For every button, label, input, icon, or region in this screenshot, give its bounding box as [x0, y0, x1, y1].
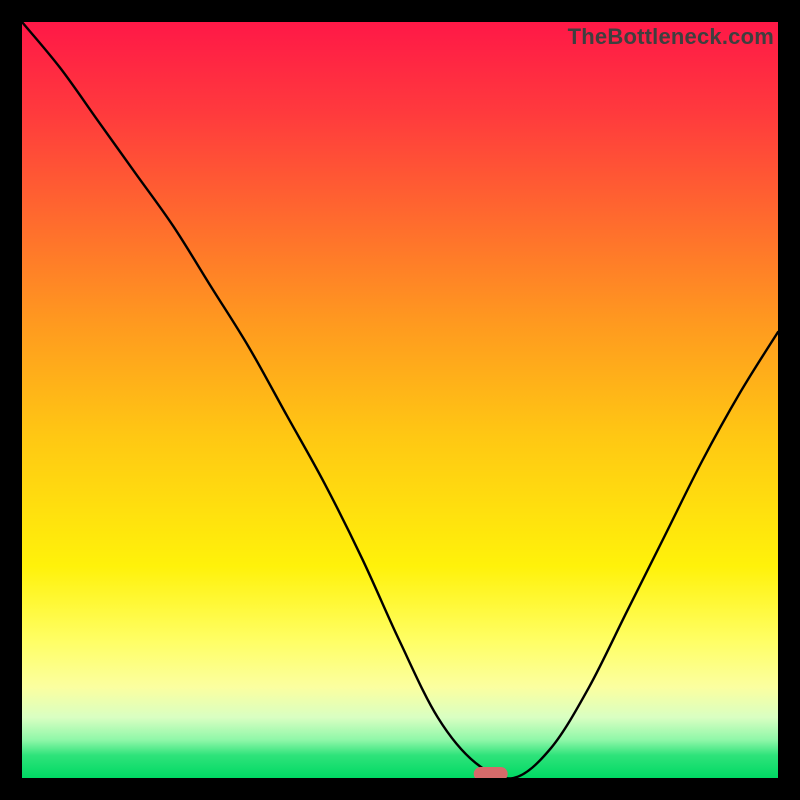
- bottleneck-curve: [22, 22, 778, 778]
- chart-svg: [22, 22, 778, 778]
- chart-frame: TheBottleneck.com: [0, 0, 800, 800]
- min-marker: [474, 767, 508, 778]
- plot-area: TheBottleneck.com: [22, 22, 778, 778]
